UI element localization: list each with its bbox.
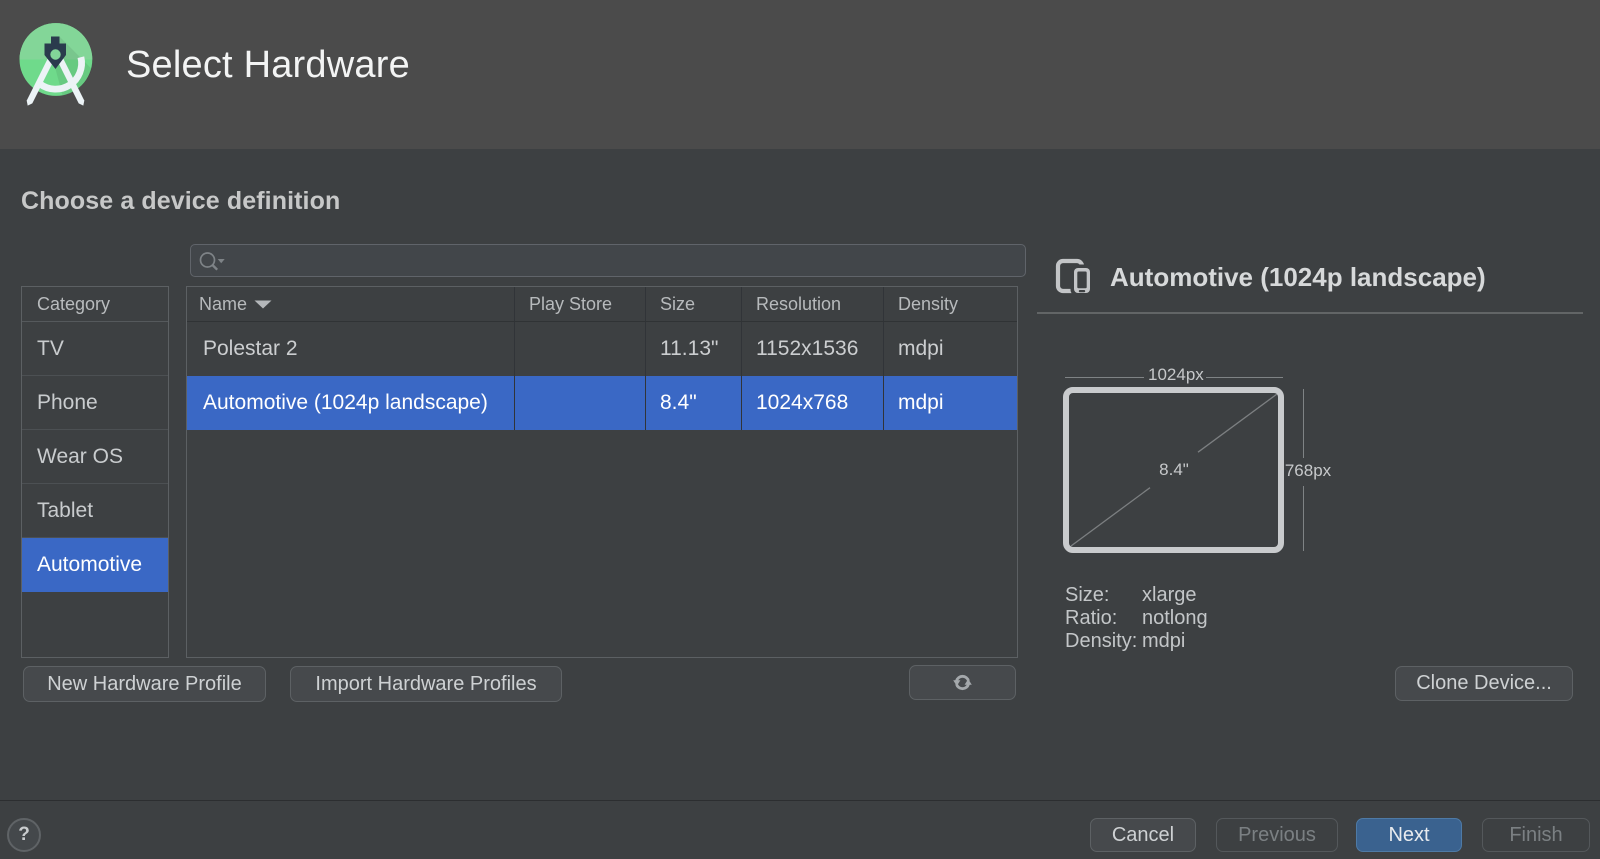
footer-separator — [0, 800, 1600, 801]
height-measure-line-top — [1303, 389, 1304, 458]
help-button[interactable]: ? — [7, 818, 41, 852]
column-header-play-store[interactable]: Play Store — [515, 287, 646, 321]
device-detail-title: Automotive (1024p landscape) — [1110, 262, 1486, 293]
width-label: 1024px — [1148, 365, 1203, 385]
device-specs: Size:xlarge Ratio:notlong Density:mdpi — [1065, 584, 1208, 653]
select-hardware-dialog: Select Hardware Choose a device definiti… — [0, 0, 1600, 859]
refresh-icon — [952, 672, 974, 694]
device-table: Name Play Store Size Resolution Density … — [186, 286, 1018, 658]
page-heading: Choose a device definition — [21, 187, 340, 216]
category-header: Category — [22, 287, 168, 322]
height-measure-line-bottom — [1303, 486, 1304, 551]
import-hardware-profiles-button[interactable]: Import Hardware Profiles — [290, 666, 562, 702]
device-table-header: Name Play Store Size Resolution Density — [187, 287, 1017, 322]
search-icon — [198, 249, 228, 273]
new-hardware-profile-button[interactable]: New Hardware Profile — [23, 666, 266, 702]
category-item-automotive[interactable]: Automotive — [22, 538, 168, 592]
category-item-tv[interactable]: TV — [22, 322, 168, 376]
dialog-title: Select Hardware — [126, 44, 410, 87]
spec-ratio: Ratio:notlong — [1065, 607, 1208, 630]
diagonal-size-label: 8.4" — [1152, 460, 1196, 480]
previous-button[interactable]: Previous — [1216, 818, 1338, 852]
height-label: 768px — [1284, 461, 1332, 481]
category-item-tablet[interactable]: Tablet — [22, 484, 168, 538]
refresh-button[interactable] — [909, 665, 1016, 700]
column-header-density[interactable]: Density — [884, 287, 1017, 321]
category-panel: Category TV Phone Wear OS Tablet Automot… — [21, 286, 169, 658]
spec-density: Density:mdpi — [1065, 630, 1208, 653]
column-header-name[interactable]: Name — [187, 287, 515, 321]
column-header-resolution[interactable]: Resolution — [742, 287, 884, 321]
table-row-automotive-1024p[interactable]: Automotive (1024p landscape) 8.4" 1024x7… — [187, 376, 1017, 430]
width-measure-line-left — [1065, 377, 1144, 378]
detail-separator — [1037, 312, 1583, 314]
dialog-header: Select Hardware — [0, 0, 1600, 149]
cancel-button[interactable]: Cancel — [1090, 818, 1196, 852]
width-measure-line-right — [1206, 377, 1283, 378]
category-item-wear-os[interactable]: Wear OS — [22, 430, 168, 484]
column-header-size[interactable]: Size — [646, 287, 742, 321]
android-studio-logo-icon — [17, 23, 97, 109]
category-item-phone[interactable]: Phone — [22, 376, 168, 430]
search-field[interactable] — [190, 244, 1026, 277]
table-row-polestar-2[interactable]: Polestar 2 11.13" 1152x1536 mdpi — [187, 322, 1017, 376]
spec-size: Size:xlarge — [1065, 584, 1208, 607]
next-button[interactable]: Next — [1356, 818, 1462, 852]
device-type-icon — [1052, 255, 1092, 295]
clone-device-button[interactable]: Clone Device... — [1395, 666, 1573, 701]
finish-button[interactable]: Finish — [1482, 818, 1590, 852]
search-input[interactable] — [229, 247, 1009, 273]
sort-descending-icon — [254, 300, 272, 309]
